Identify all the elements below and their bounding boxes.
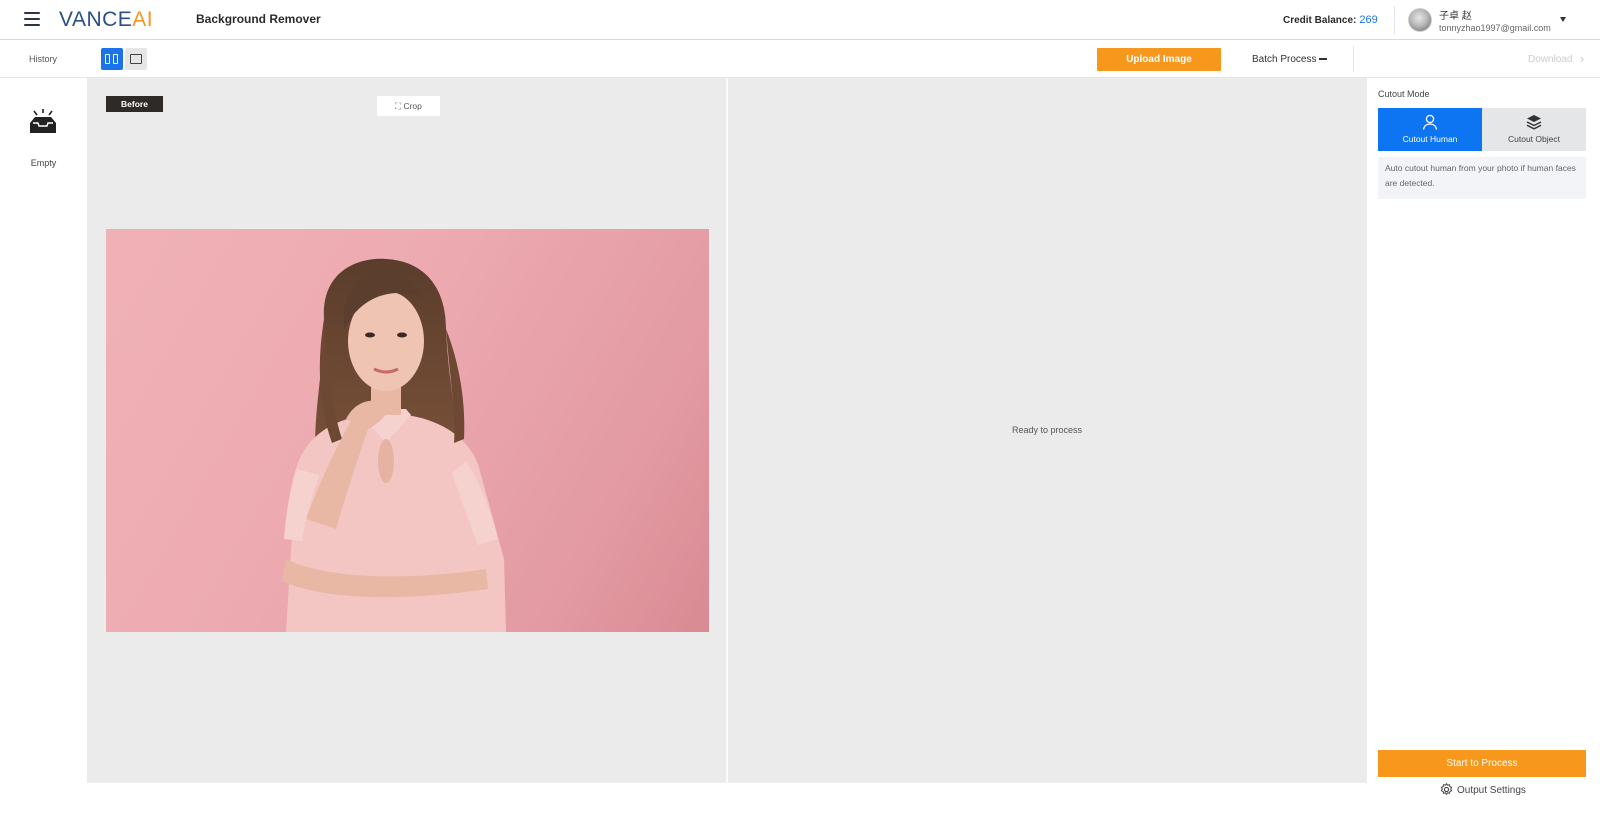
empty-inbox-icon	[30, 109, 56, 133]
split-view-icon	[105, 54, 110, 64]
crop-button[interactable]: ⛶ Crop	[377, 96, 440, 116]
person-icon	[1422, 114, 1438, 130]
single-view-icon	[130, 54, 142, 64]
dash-icon	[1319, 58, 1328, 61]
logo-primary: VANCE	[59, 8, 133, 31]
cutout-object-button[interactable]: Cutout Object	[1482, 108, 1586, 151]
cutout-mode-label: Cutout Mode	[1378, 89, 1430, 99]
credit-value: 269	[1359, 14, 1378, 26]
uploaded-photo	[106, 229, 709, 632]
before-tag: Before	[106, 96, 163, 112]
credit-balance: Credit Balance: 269	[1283, 14, 1378, 26]
credit-label: Credit Balance:	[1283, 15, 1357, 26]
history-label: History	[29, 54, 58, 64]
crop-icon: ⛶	[395, 101, 402, 111]
download-button[interactable]: Download	[1528, 54, 1572, 65]
gear-icon	[1440, 782, 1453, 796]
chevron-down-icon[interactable]	[1560, 17, 1566, 22]
ready-status: Ready to process	[1011, 425, 1083, 435]
chevron-right-icon[interactable]: ›	[1580, 52, 1584, 65]
history-pane: Empty	[0, 78, 87, 822]
logo-accent: AI	[132, 8, 154, 31]
single-view-button[interactable]	[125, 48, 147, 70]
output-settings-label: Output Settings	[1457, 785, 1526, 796]
portrait-illustration	[282, 258, 506, 632]
mode-description: Auto cutout human from your photo if hum…	[1378, 157, 1586, 199]
header-divider	[1394, 6, 1395, 34]
toolbar-divider	[1353, 46, 1354, 72]
menu-icon[interactable]	[24, 12, 40, 26]
app-root: VANCEAI Background Remover Credit Balanc…	[0, 0, 1600, 822]
empty-label: Empty	[30, 158, 57, 168]
user-name: 子卓 赵	[1439, 11, 1472, 22]
layers-icon	[1526, 115, 1542, 130]
cutout-human-label: Cutout Human	[1402, 134, 1458, 144]
cutout-human-button[interactable]: Cutout Human	[1378, 108, 1482, 151]
cutout-object-label: Cutout Object	[1508, 134, 1560, 144]
upload-image-button[interactable]: Upload Image	[1097, 48, 1221, 71]
split-view-icon	[113, 54, 118, 64]
toolbar: History Upload Image Batch Process Downl…	[0, 40, 1600, 78]
avatar[interactable]	[1408, 8, 1432, 32]
user-email: tonnyzhao1997@gmail.com	[1439, 23, 1551, 33]
output-settings-link[interactable]: Output Settings	[1440, 782, 1526, 796]
settings-panel: Cutout Mode Cutout Human Cutout Object A…	[1367, 78, 1600, 822]
top-header: VANCEAI Background Remover Credit Balanc…	[0, 0, 1600, 40]
batch-process-label: Batch Process	[1252, 54, 1317, 65]
app-title: Background Remover	[196, 12, 321, 26]
split-view-button[interactable]	[101, 48, 123, 70]
preview-canvas: Before ⛶ Crop Ready to process	[87, 78, 1367, 783]
crop-label: Crop	[403, 101, 422, 111]
logo[interactable]: VANCEAI	[59, 8, 153, 32]
batch-process-button[interactable]: Batch Process	[1252, 54, 1328, 65]
start-process-button[interactable]: Start to Process	[1378, 750, 1586, 777]
